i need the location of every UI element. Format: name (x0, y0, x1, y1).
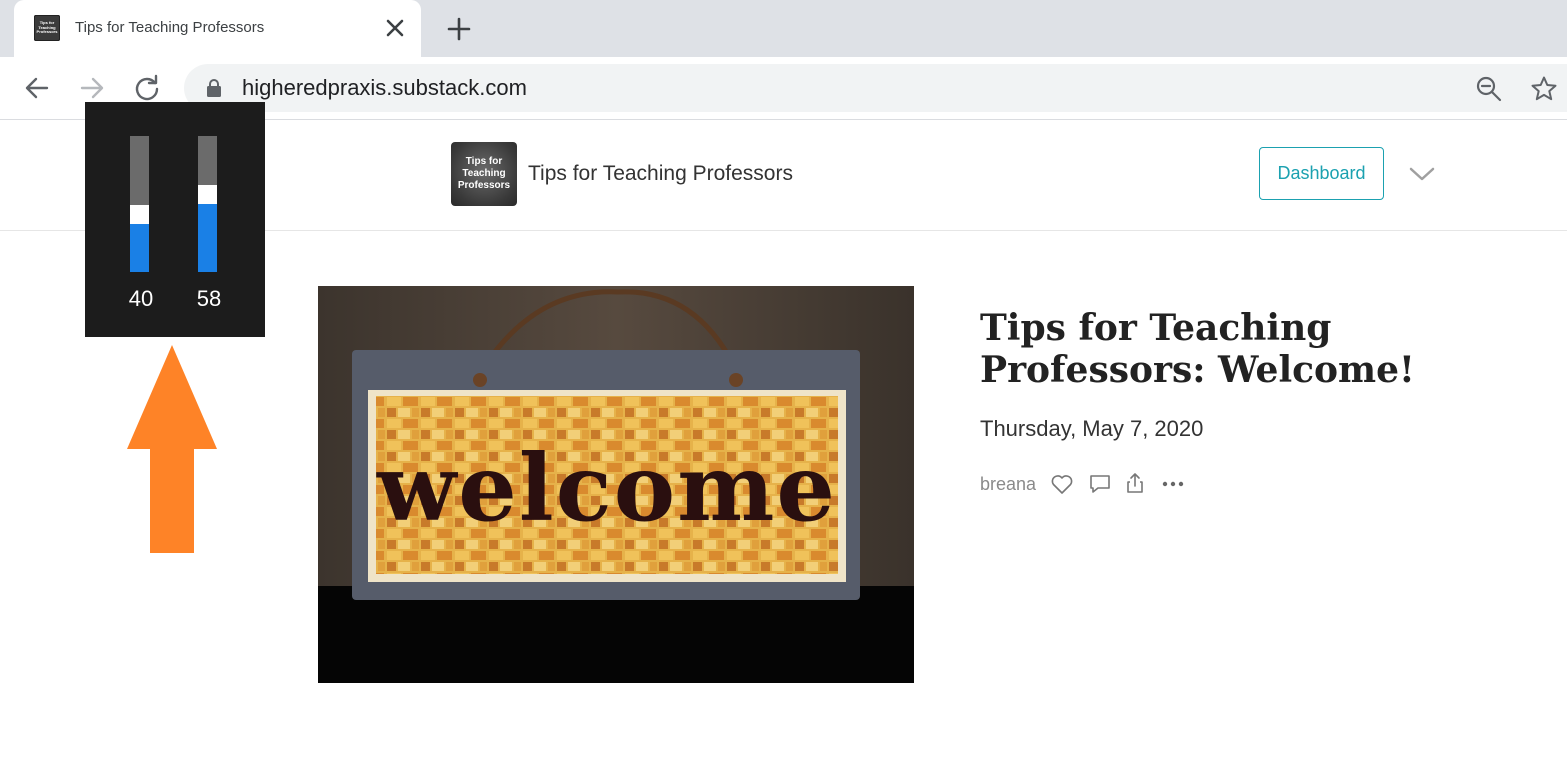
tab-favicon: Tips for Teaching Professors (34, 15, 60, 41)
zoom-out-icon[interactable] (1476, 76, 1502, 102)
forward-arrow-icon[interactable] (78, 74, 106, 102)
site-name[interactable]: Tips for Teaching Professors (528, 162, 793, 186)
level-bar-1 (130, 136, 149, 272)
hero-image-text: welcome (376, 434, 837, 542)
level-bar-2 (198, 136, 217, 272)
level-bar-2-fill (198, 204, 217, 272)
tab-strip: Tips for Teaching Professors Tips for Te… (0, 0, 1567, 57)
bookmark-star-icon[interactable] (1530, 75, 1558, 103)
up-arrow-icon (127, 345, 217, 553)
level-meter-overlay: 40 58 (85, 102, 265, 337)
new-tab-icon[interactable] (444, 14, 474, 44)
share-icon[interactable] (1123, 472, 1147, 496)
heart-icon[interactable] (1050, 472, 1074, 496)
level-value-2: 58 (196, 286, 222, 311)
url-text[interactable]: higheredpraxis.substack.com (242, 75, 527, 101)
level-bar-2-peak (198, 185, 217, 204)
level-bar-1-fill (130, 224, 149, 272)
hero-image[interactable]: welcome (318, 286, 914, 683)
post-date: Thursday, May 7, 2020 (980, 416, 1204, 441)
comment-icon[interactable] (1088, 472, 1112, 496)
chevron-down-icon[interactable] (1408, 164, 1436, 184)
site-logo[interactable]: Tips for Teaching Professors (451, 142, 517, 206)
post-author[interactable]: breana (980, 474, 1036, 495)
site-logo-text: Tips for Teaching Professors (457, 156, 511, 191)
tab-title: Tips for Teaching Professors (75, 19, 265, 36)
more-options-icon[interactable] (1161, 472, 1185, 496)
dashboard-button[interactable]: Dashboard (1259, 147, 1384, 200)
post-title[interactable]: Tips for Teaching Professors: Welcome! (980, 307, 1540, 391)
level-bar-1-peak (130, 205, 149, 224)
browser-tab[interactable]: Tips for Teaching Professors Tips for Te… (14, 0, 421, 57)
lock-icon (207, 79, 221, 97)
level-value-1: 40 (128, 286, 154, 311)
back-arrow-icon[interactable] (23, 74, 51, 102)
address-bar[interactable]: higheredpraxis.substack.com (184, 64, 1567, 112)
reload-icon[interactable] (133, 74, 161, 102)
close-icon[interactable] (382, 15, 408, 41)
tab-favicon-text: Tips for Teaching Professors (36, 20, 58, 35)
